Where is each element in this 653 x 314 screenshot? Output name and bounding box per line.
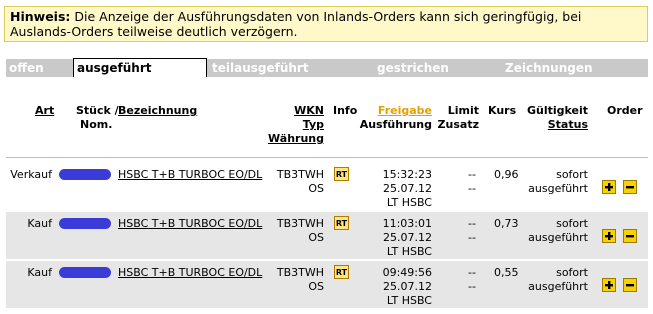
- realtime-info-icon[interactable]: RT: [334, 167, 349, 181]
- row-wkn: TB3TWH: [276, 217, 324, 230]
- row-gueltigkeit: sofort: [556, 266, 588, 279]
- row-wkn: TB3TWH: [276, 168, 324, 181]
- row-time: 15:32:23: [382, 168, 432, 181]
- instrument-link[interactable]: HSBC T+B TURBOC EO/DL: [118, 266, 262, 280]
- row-wkn: TB3TWH: [276, 266, 324, 279]
- row-zusatz: --: [468, 231, 476, 244]
- row-status: ausgeführt: [528, 280, 588, 293]
- row-kurs: 0,96: [494, 168, 519, 181]
- row-venue: LT HSBC: [386, 245, 432, 258]
- row-art: Kauf: [27, 266, 52, 279]
- col-freigabe[interactable]: Freigabe: [360, 104, 432, 118]
- notice-text-line2: Auslands-Orders teilweise deutlich verzö…: [10, 24, 298, 39]
- minus-icon: [626, 284, 634, 287]
- realtime-info-icon[interactable]: RT: [334, 265, 349, 279]
- notice-box: Hinweis: Die Anzeige der Ausführungsdate…: [4, 6, 648, 42]
- plus-button[interactable]: [602, 229, 616, 243]
- row-status: ausgeführt: [528, 182, 588, 195]
- col-waehrung[interactable]: Währung: [260, 132, 324, 146]
- row-typ: OS: [308, 231, 324, 244]
- row-kurs: 0,73: [494, 217, 519, 230]
- order-tabs: offen ausgeführt teilausgeführt gestrich…: [6, 58, 648, 77]
- col-typ[interactable]: Typ: [270, 118, 324, 132]
- row-status: ausgeführt: [528, 231, 588, 244]
- row-limit: --: [468, 168, 476, 181]
- plus-icon: [605, 183, 613, 191]
- redacted-quantity: [59, 267, 111, 278]
- col-limit: Limit: [447, 104, 479, 117]
- col-ausfuehrung: Ausführung: [359, 118, 432, 131]
- row-zusatz: --: [468, 280, 476, 293]
- row-date: 25.07.12: [383, 182, 432, 195]
- notice-text-line1: Die Anzeige der Ausführungsdaten von Inl…: [74, 9, 582, 24]
- realtime-info-icon[interactable]: RT: [334, 216, 349, 230]
- col-gueltigkeit: Gültigkeit: [526, 104, 588, 117]
- instrument-link[interactable]: HSBC T+B TURBOC EO/DL: [118, 217, 262, 231]
- row-limit: --: [468, 266, 476, 279]
- row-typ: OS: [308, 280, 324, 293]
- col-kurs: Kurs: [488, 104, 517, 117]
- instrument-link[interactable]: HSBC T+B TURBOC EO/DL: [118, 168, 262, 182]
- row-venue: LT HSBC: [386, 294, 432, 307]
- redacted-quantity: [59, 169, 111, 180]
- notice-label: Hinweis:: [10, 9, 71, 24]
- col-nom: Nom.: [80, 118, 113, 131]
- tab-zeichnungen[interactable]: Zeichnungen: [502, 59, 648, 77]
- header-divider: [6, 157, 648, 158]
- redacted-quantity: [59, 218, 111, 229]
- col-stueck: Stück /: [76, 104, 119, 117]
- col-bezeichnung[interactable]: Bezeichnung: [118, 104, 197, 118]
- minus-icon: [626, 235, 634, 238]
- tab-offen[interactable]: offen: [6, 59, 72, 77]
- plus-button[interactable]: [602, 180, 616, 194]
- row-venue: LT HSBC: [386, 196, 432, 209]
- row-date: 25.07.12: [383, 231, 432, 244]
- row-time: 11:03:01: [382, 217, 432, 230]
- row-time: 09:49:56: [382, 266, 432, 279]
- row-zusatz: --: [468, 182, 476, 195]
- minus-icon: [626, 186, 634, 189]
- row-gueltigkeit: sofort: [556, 168, 588, 181]
- plus-icon: [605, 281, 613, 289]
- minus-button[interactable]: [623, 278, 637, 292]
- row-art: Kauf: [27, 217, 52, 230]
- tab-teilausgefuehrt[interactable]: teilausgeführt: [209, 59, 374, 77]
- row-art: Verkauf: [10, 168, 52, 181]
- row-gueltigkeit: sofort: [556, 217, 588, 230]
- minus-button[interactable]: [623, 180, 637, 194]
- col-art[interactable]: Art: [35, 104, 54, 118]
- plus-button[interactable]: [602, 278, 616, 292]
- tab-gestrichen[interactable]: gestrichen: [374, 59, 502, 77]
- row-date: 25.07.12: [383, 280, 432, 293]
- plus-icon: [605, 232, 613, 240]
- col-zusatz: Zusatz: [437, 118, 479, 131]
- row-typ: OS: [308, 182, 324, 195]
- col-info: Info: [333, 104, 358, 117]
- row-limit: --: [468, 217, 476, 230]
- minus-button[interactable]: [623, 229, 637, 243]
- col-status[interactable]: Status: [523, 118, 588, 132]
- col-order: Order: [607, 104, 643, 117]
- row-kurs: 0,55: [494, 266, 519, 279]
- col-wkn[interactable]: WKN: [270, 104, 324, 118]
- tab-ausgefuehrt[interactable]: ausgeführt: [73, 58, 207, 77]
